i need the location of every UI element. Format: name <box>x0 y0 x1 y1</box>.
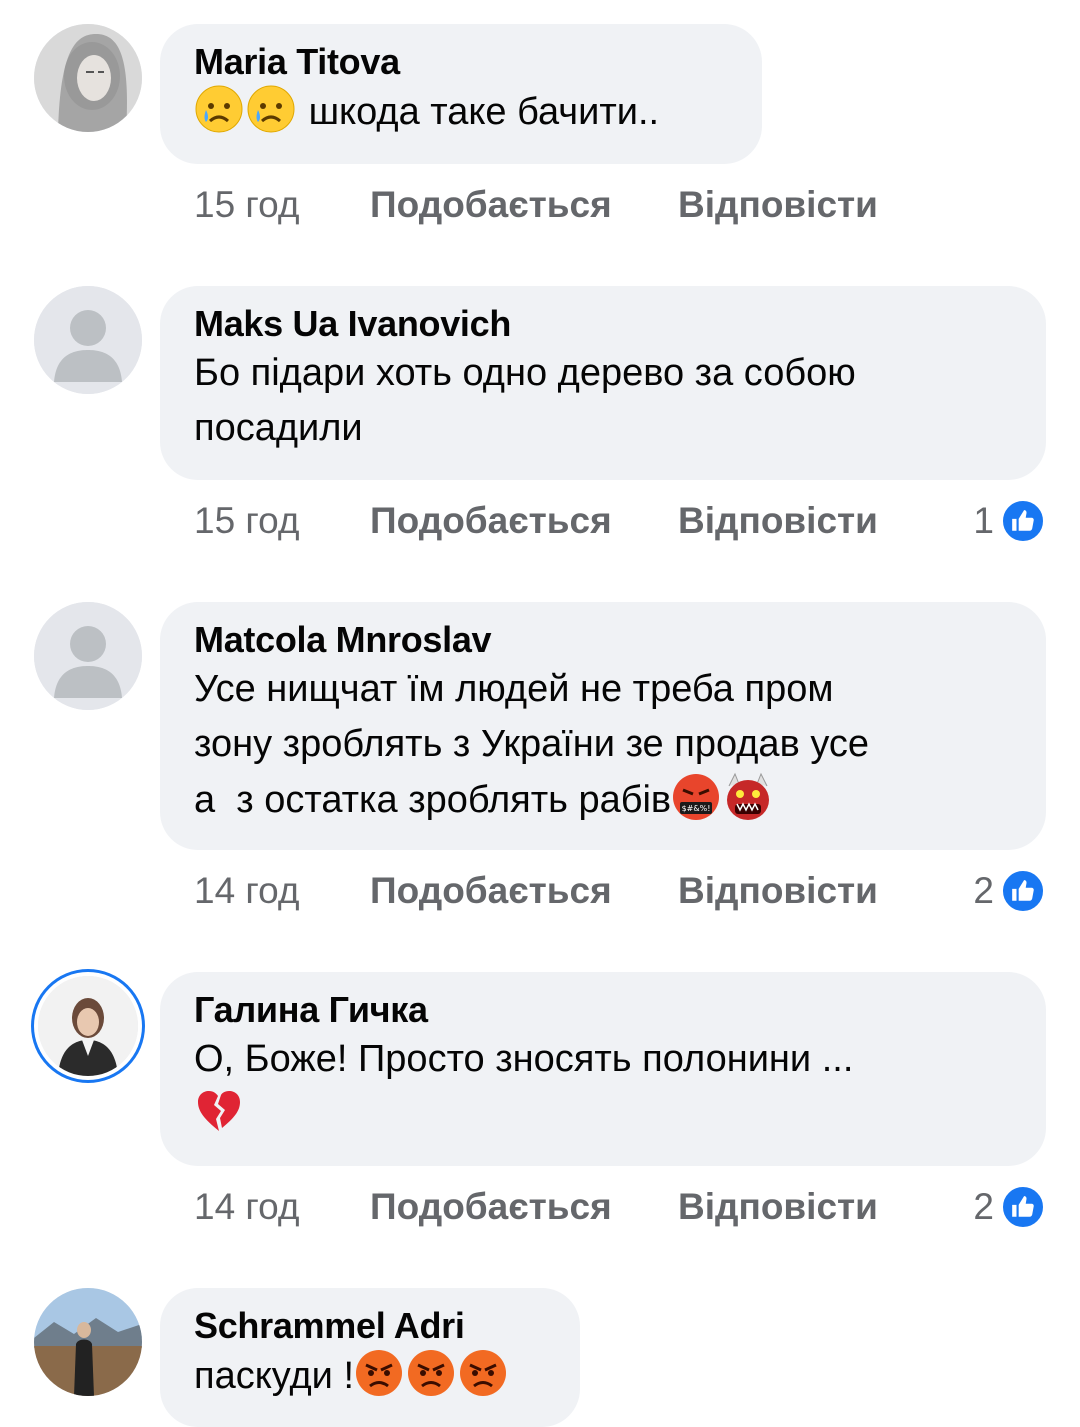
comment-actions: 14 год Подобається Відповісти <box>194 866 1046 916</box>
comment-text <box>194 1087 1012 1143</box>
comment-actions: 15 год Подобається Відповісти <box>194 180 1046 230</box>
comment-time[interactable]: 14 год <box>194 866 299 916</box>
reply-button[interactable]: Відповісти <box>678 866 878 916</box>
comment-bubble: Schrammel Adri паскуди ! <box>160 1288 580 1427</box>
comment-author[interactable]: Schrammel Adri <box>194 1304 546 1348</box>
comment-text: шкода таке бачити.. <box>194 84 728 140</box>
reply-button[interactable]: Відповісти <box>678 180 878 230</box>
comment-bubble: Maria Titova шкода таке бачити.. <box>160 24 762 164</box>
comment-bubble: Matcola Mnroslav Усе нищчат їм людей не … <box>160 602 1046 850</box>
angry-face-emoji <box>458 1348 508 1398</box>
reply-button[interactable]: Відповісти <box>678 496 878 546</box>
avatar[interactable] <box>34 602 142 710</box>
angry-face-emoji <box>406 1348 456 1398</box>
comment-text-line: О, Боже! Просто зносять полонини ... <box>194 1038 854 1080</box>
like-icon <box>1000 1184 1046 1230</box>
comment-text-line: а з остатка зроблять рабів <box>194 779 672 821</box>
comment-text-line: посадили <box>194 407 363 449</box>
broken-heart-emoji <box>194 1087 244 1137</box>
comment-bubble: Maks Ua Ivanovich Бо підари хоть одно де… <box>160 286 1046 480</box>
like-button[interactable]: Подобається <box>370 496 612 546</box>
user-photo-icon <box>34 1288 142 1396</box>
comment-author[interactable]: Maks Ua Ivanovich <box>194 302 1012 346</box>
comment-author[interactable]: Matcola Mnroslav <box>194 618 1012 662</box>
like-button[interactable]: Подобається <box>370 180 612 230</box>
reaction-summary[interactable]: 1 <box>973 496 1046 546</box>
reaction-summary[interactable]: 2 <box>973 1182 1046 1232</box>
default-avatar-icon <box>34 602 142 710</box>
comment-text-line: зону зроблять з України зе продав усе <box>194 723 870 765</box>
comment-bubble: Галина Гичка О, Боже! Просто зносять пол… <box>160 972 1046 1166</box>
comment-time[interactable]: 14 год <box>194 1182 299 1232</box>
comment-time[interactable]: 15 год <box>194 180 299 230</box>
sad-tear-emoji <box>246 84 296 134</box>
like-icon <box>1000 498 1046 544</box>
reaction-count: 2 <box>973 1186 994 1227</box>
angry-face-emoji <box>354 1348 404 1398</box>
comment-time[interactable]: 15 год <box>194 496 299 546</box>
comment-text-line: паскуди ! <box>194 1355 355 1397</box>
comment-text-line: шкода таке бачити.. <box>308 91 660 133</box>
avatar[interactable] <box>34 1288 142 1396</box>
user-photo-icon <box>38 976 138 1076</box>
reply-button[interactable]: Відповісти <box>678 1182 878 1232</box>
comment-text: а з остатка зроблять рабів $#&%! <box>194 772 1012 828</box>
like-icon <box>1000 868 1046 914</box>
sad-tear-emoji <box>194 84 244 134</box>
comment-text-line: Усе нищчат їм людей не треба пром <box>194 668 834 710</box>
avatar[interactable] <box>38 976 138 1076</box>
reaction-count: 1 <box>973 500 994 541</box>
comment-text: паскуди ! <box>194 1348 546 1404</box>
comment-author[interactable]: Maria Titova <box>194 40 728 84</box>
like-button[interactable]: Подобається <box>370 866 612 916</box>
avatar[interactable] <box>34 24 142 132</box>
user-photo-icon <box>34 24 142 132</box>
reaction-count: 2 <box>973 870 994 911</box>
like-button[interactable]: Подобається <box>370 1182 612 1232</box>
default-avatar-icon <box>34 286 142 394</box>
comment-author[interactable]: Галина Гичка <box>194 988 1012 1032</box>
ogre-emoji <box>723 772 773 822</box>
comment-text-line: Бо підари хоть одно дерево за собою <box>194 352 856 394</box>
comment-actions: 15 год Подобається Відповісти <box>194 496 1046 546</box>
cursing-face-emoji: $#&%! <box>671 772 721 822</box>
reaction-summary[interactable]: 2 <box>973 866 1046 916</box>
svg-text:$#&%!: $#&%! <box>682 804 711 813</box>
avatar[interactable] <box>34 286 142 394</box>
comment-actions: 14 год Подобається Відповісти <box>194 1182 1046 1232</box>
